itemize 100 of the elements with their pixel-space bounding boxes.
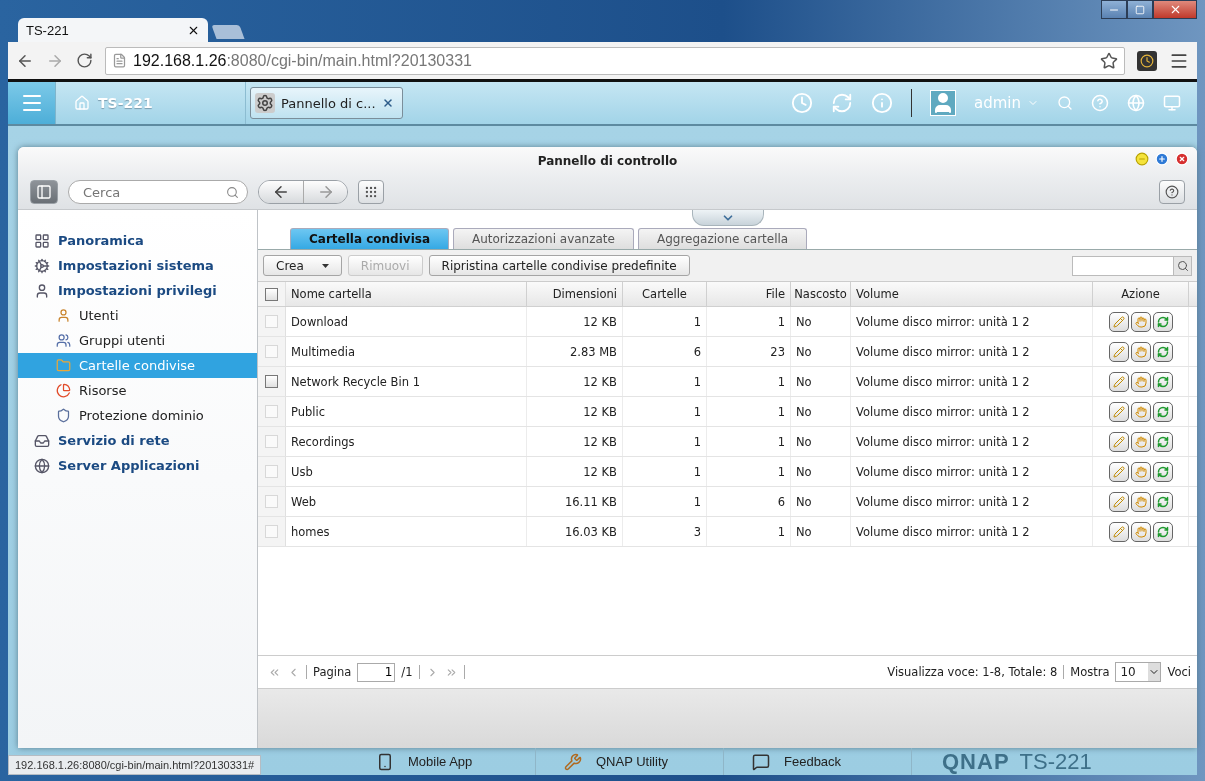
column-header[interactable]: File — [707, 282, 791, 306]
refresh-icon — [1156, 345, 1169, 358]
panel-icon — [36, 184, 52, 200]
checkbox[interactable] — [265, 287, 278, 301]
table-cell: 1 — [623, 307, 707, 336]
sidebar-item[interactable]: Impostazioni sistema — [18, 253, 257, 278]
table-cell: 1 — [623, 427, 707, 456]
hand-button[interactable] — [1130, 461, 1151, 482]
table-cell: 1 — [623, 397, 707, 426]
refresh-button[interactable] — [1152, 461, 1173, 482]
desktop-shortcut[interactable]: Mobile App — [348, 748, 536, 775]
hand-button[interactable] — [1130, 371, 1151, 392]
sidebar-item[interactable]: Panoramica — [18, 228, 257, 253]
hand-button[interactable] — [1130, 431, 1151, 452]
tab[interactable]: Autorizzazioni avanzate — [453, 228, 634, 249]
refresh-button[interactable] — [1152, 341, 1173, 362]
sidebar-icon — [34, 282, 50, 299]
table-cell: Volume disco mirror: unità 1 2 — [851, 397, 1093, 426]
column-header[interactable]: Nascosto — [791, 282, 851, 306]
checkbox[interactable] — [265, 375, 278, 388]
edit-button[interactable] — [1108, 461, 1129, 482]
refresh-icon — [1156, 435, 1169, 448]
sidebar-icon — [56, 358, 71, 373]
table-cell: 1 — [707, 427, 791, 456]
hand-icon — [1134, 525, 1147, 538]
sidebar-item[interactable]: Utenti — [18, 303, 257, 328]
extension-button[interactable] — [1137, 50, 1157, 71]
status-url: 192.168.1.26:8080/cgi-bin/main.html?20130331# — [8, 755, 262, 775]
toolbar-button[interactable]: Ripristina cartelle condivise predefinite — [428, 255, 690, 276]
sidebar-item[interactable]: Server Applicazioni — [18, 453, 257, 478]
table-cell: Volume disco mirror: unità 1 2 — [851, 367, 1093, 396]
pencil-icon — [1112, 405, 1125, 418]
refresh-button[interactable] — [1152, 401, 1173, 422]
refresh-icon — [1156, 525, 1169, 538]
refresh-button[interactable] — [1152, 491, 1173, 512]
column-header[interactable]: Cartelle — [623, 282, 707, 306]
column-header[interactable]: Nome cartella — [286, 282, 527, 306]
desktop-shortcut[interactable]: QNAP Utility — [536, 748, 724, 775]
edit-button[interactable] — [1108, 371, 1129, 392]
edit-button[interactable] — [1108, 311, 1129, 332]
table-cell: 1 — [707, 367, 791, 396]
column-header[interactable]: Dimensioni — [527, 282, 623, 306]
collapse-handle[interactable] — [692, 210, 764, 226]
apps-button[interactable] — [358, 180, 384, 204]
sidebar-item[interactable]: Gruppi utenti — [18, 328, 257, 353]
table-cell: 6 — [623, 337, 707, 366]
table-cell: 3 — [623, 517, 707, 546]
sidebar-item[interactable]: Servizio di rete — [18, 428, 257, 453]
hand-button[interactable] — [1130, 401, 1151, 422]
sidebar-item[interactable]: Impostazioni privilegi — [18, 278, 257, 303]
maximize-button[interactable] — [1127, 0, 1153, 19]
shortcut-icon — [376, 752, 394, 771]
table-cell: homes — [286, 517, 527, 546]
column-header[interactable]: Volume — [851, 282, 1093, 306]
avatar[interactable] — [930, 90, 956, 116]
refresh-button[interactable] — [1152, 311, 1173, 332]
browser-tab[interactable]: TS-221 — [18, 18, 208, 42]
search-icon[interactable] — [226, 185, 239, 199]
sidebar-item[interactable]: Protezione dominio — [18, 403, 257, 428]
filter-field[interactable] — [1072, 255, 1192, 276]
tab[interactable]: Aggregazione cartella — [637, 228, 808, 249]
search-button[interactable] — [1173, 256, 1191, 275]
refresh-icon — [1156, 465, 1169, 478]
edit-button[interactable] — [1108, 521, 1129, 542]
refresh-button[interactable] — [1152, 431, 1173, 452]
hand-button[interactable] — [1130, 341, 1151, 362]
app-tab[interactable]: Pannello di c... — [250, 87, 403, 119]
desktop-shortcut[interactable]: Feedback — [724, 748, 912, 775]
star-icon[interactable] — [1100, 51, 1118, 70]
edit-button[interactable] — [1108, 401, 1129, 422]
back-button[interactable] — [259, 181, 303, 203]
per-page-select[interactable]: 10 — [1115, 662, 1162, 682]
table-cell: 1 — [623, 487, 707, 516]
edit-button[interactable] — [1108, 341, 1129, 362]
shortcut-label: Mobile App — [408, 754, 473, 769]
hand-button[interactable] — [1130, 311, 1151, 332]
new-tab-button[interactable] — [211, 25, 245, 39]
minimize-button[interactable] — [1101, 0, 1127, 19]
edit-button[interactable] — [1108, 491, 1129, 512]
grid-icon — [364, 185, 378, 199]
search-field[interactable]: Cerca — [68, 180, 248, 204]
close-button[interactable] — [1153, 0, 1197, 19]
sidebar-toggle-button[interactable] — [30, 180, 58, 204]
edit-button[interactable] — [1108, 431, 1129, 452]
caret-icon — [321, 263, 329, 268]
tab[interactable]: Cartella condivisa — [290, 228, 449, 249]
back-icon — [272, 183, 290, 201]
hand-button[interactable] — [1130, 521, 1151, 542]
shortcut-icon — [564, 752, 582, 771]
page-input[interactable]: 1 — [357, 662, 396, 682]
address-bar[interactable]: 192.168.1.26:8080/cgi-bin/main.html?20130331 — [105, 46, 1125, 75]
sidebar-item[interactable]: Risorse — [18, 378, 257, 403]
hand-button[interactable] — [1130, 491, 1151, 512]
toolbar-button[interactable]: Crea — [263, 255, 342, 276]
table-cell: 2.83 MB — [527, 337, 623, 366]
table-cell: Volume disco mirror: unità 1 2 — [851, 487, 1093, 516]
refresh-button[interactable] — [1152, 371, 1173, 392]
refresh-button[interactable] — [1152, 521, 1173, 542]
help-button[interactable] — [1159, 180, 1185, 204]
column-header[interactable]: Azione — [1093, 282, 1189, 306]
